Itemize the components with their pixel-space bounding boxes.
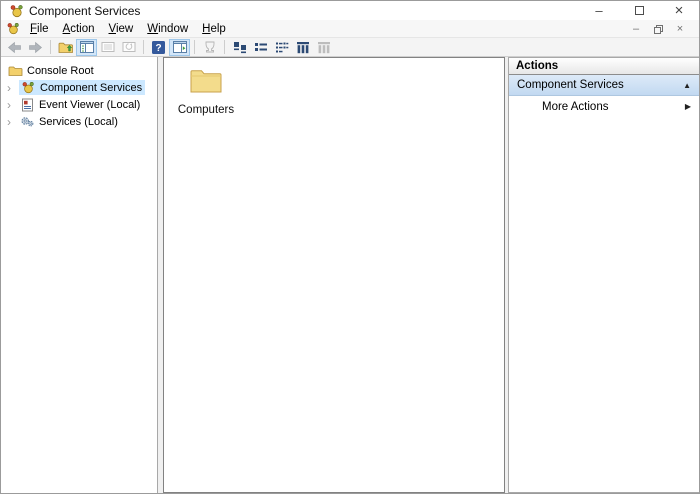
- services-gear-icon: [19, 115, 35, 128]
- up-one-level-button[interactable]: [55, 39, 76, 56]
- tree-item-component-services[interactable]: › Component Services: [1, 79, 157, 96]
- tree-item-label: Component Services: [40, 82, 142, 94]
- collapse-icon[interactable]: ▲: [683, 81, 691, 90]
- minimize-button[interactable]: –: [579, 1, 619, 20]
- tree-item-label: Services (Local): [39, 116, 118, 128]
- svg-text:?: ?: [155, 43, 161, 54]
- event-viewer-icon: [19, 98, 35, 112]
- list-view-icon: [275, 41, 289, 54]
- child-window-controls: – ×: [625, 23, 691, 35]
- expander-icon[interactable]: ›: [7, 83, 19, 93]
- toolbar-separator: [224, 40, 225, 54]
- actions-pane: Actions Component Services ▲ More Action…: [508, 57, 699, 493]
- toolbar-separator: [50, 40, 51, 54]
- tree-item-label: Event Viewer (Local): [39, 99, 140, 111]
- show-hide-action-pane-button[interactable]: [169, 39, 190, 56]
- content-area: Console Root › Component Services ›: [1, 57, 699, 493]
- expander-icon[interactable]: ›: [7, 117, 19, 127]
- maximize-icon: [635, 6, 644, 15]
- component-services-icon: [8, 3, 24, 18]
- more-actions-label: More Actions: [542, 101, 608, 113]
- action-pane-icon: [173, 41, 187, 53]
- tree-item-event-viewer[interactable]: › Event Viewer (Local): [1, 96, 157, 113]
- title-bar: Component Services – ×: [1, 1, 699, 20]
- expander-icon[interactable]: ›: [7, 100, 19, 110]
- back-button[interactable]: [4, 39, 25, 56]
- child-minimize-button[interactable]: –: [625, 23, 647, 35]
- close-button[interactable]: ×: [659, 1, 699, 20]
- details-view-button[interactable]: [292, 39, 313, 56]
- results-pane: Computers: [163, 57, 505, 493]
- console-tree-icon: [80, 41, 94, 53]
- status-view-icon: [317, 41, 331, 54]
- child-restore-button[interactable]: [647, 25, 669, 33]
- actions-group-label: Component Services: [517, 79, 624, 91]
- help-button[interactable]: ?: [148, 39, 169, 56]
- tree-item-label: Console Root: [27, 65, 94, 77]
- actions-group-component-services[interactable]: Component Services ▲: [509, 75, 699, 96]
- window-controls: – ×: [579, 1, 699, 20]
- menu-view[interactable]: View: [102, 22, 141, 36]
- restore-icon: [654, 25, 663, 33]
- window-title: Component Services: [29, 4, 140, 18]
- more-actions-item[interactable]: More Actions ▶: [509, 96, 699, 117]
- console-tree-pane: Console Root › Component Services ›: [1, 57, 158, 493]
- maximize-button[interactable]: [619, 1, 659, 20]
- export-list-button[interactable]: [97, 39, 118, 56]
- large-icons-view-icon: [233, 41, 247, 54]
- folder-icon: [7, 65, 23, 77]
- refresh-button[interactable]: [118, 39, 139, 56]
- forward-button[interactable]: [25, 39, 46, 56]
- lamp-icon: [203, 40, 217, 54]
- folder-icon: [189, 66, 223, 99]
- show-hide-console-tree-button[interactable]: [76, 39, 97, 56]
- component-services-icon: [5, 22, 20, 36]
- component-services-icon: [20, 81, 36, 94]
- lamp-button[interactable]: [199, 39, 220, 56]
- child-close-button[interactable]: ×: [669, 23, 691, 35]
- submenu-arrow-icon: ▶: [685, 102, 691, 111]
- help-icon: ?: [152, 41, 165, 54]
- toolbar-separator: [143, 40, 144, 54]
- tree-item-services[interactable]: › Services (Local): [1, 113, 157, 130]
- menu-help[interactable]: Help: [195, 22, 233, 36]
- toolbar: ?: [1, 38, 699, 57]
- up-folder-icon: [58, 41, 74, 54]
- small-icons-view-button[interactable]: [250, 39, 271, 56]
- menu-file[interactable]: File: [23, 22, 56, 36]
- actions-pane-title: Actions: [509, 58, 699, 75]
- computers-item[interactable]: Computers: [174, 66, 238, 116]
- small-icons-view-icon: [254, 41, 268, 54]
- component-services-window: Component Services – × File Action View …: [0, 0, 700, 494]
- menu-action[interactable]: Action: [56, 22, 102, 36]
- forward-icon: [28, 41, 43, 54]
- status-view-button[interactable]: [313, 39, 334, 56]
- large-icons-view-button[interactable]: [229, 39, 250, 56]
- export-list-icon: [101, 41, 115, 53]
- list-view-button[interactable]: [271, 39, 292, 56]
- details-view-icon: [296, 41, 310, 54]
- menu-bar: File Action View Window Help – ×: [1, 20, 699, 38]
- menu-window[interactable]: Window: [140, 22, 195, 36]
- toolbar-separator: [194, 40, 195, 54]
- item-label: Computers: [174, 104, 238, 116]
- refresh-icon: [122, 41, 136, 53]
- tree-item-console-root[interactable]: Console Root: [1, 62, 157, 79]
- selected-tree-item: Component Services: [19, 80, 145, 95]
- back-icon: [7, 41, 22, 54]
